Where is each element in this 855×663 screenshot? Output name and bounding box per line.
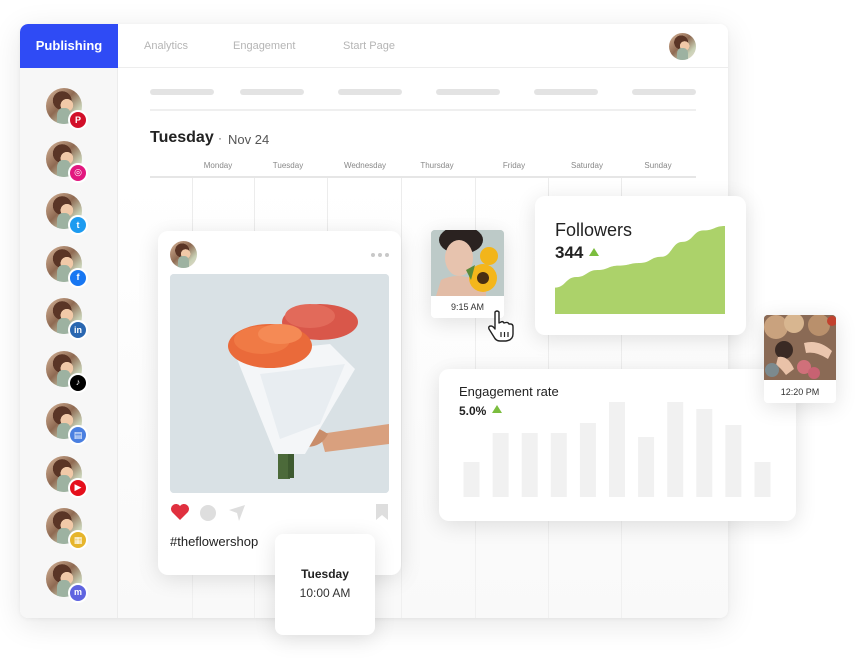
engagement-value: 5.0% (459, 404, 503, 418)
scheduled-post-thumbnail[interactable]: 12:20 PM (764, 315, 836, 403)
sidebar-account-tiktok[interactable]: ♪ (46, 350, 90, 395)
heart-icon[interactable] (170, 503, 190, 521)
twitter-icon: t (68, 215, 88, 235)
skeleton-placeholder (240, 89, 304, 95)
share-icon[interactable] (228, 504, 246, 522)
skeleton-placeholder (338, 89, 402, 95)
sidebar-account-linkedin[interactable]: in (46, 298, 90, 342)
tab-start-page[interactable]: Start Page (343, 24, 395, 68)
avatar (669, 33, 696, 60)
weekday-header: Friday (502, 161, 526, 170)
tiktok-icon: ♪ (68, 372, 88, 393)
hand-pointer-cursor-icon (488, 310, 514, 342)
thumbnail-image-sunflower (431, 230, 504, 296)
schedule-time-card[interactable]: Tuesday 10:00 AM (275, 534, 375, 635)
weekday-header: Wednesday (343, 161, 387, 170)
trend-up-icon (589, 248, 600, 256)
calendar-column-line (401, 178, 402, 618)
post-author-avatar (170, 241, 197, 268)
sidebar-account-instagram[interactable]: ◎ (46, 140, 90, 185)
youtube-icon: ▶ (68, 477, 88, 498)
sidebar-account-mastodon[interactable]: m (46, 560, 90, 605)
engagement-bar (696, 409, 713, 497)
weekday-header: Tuesday (272, 161, 304, 170)
engagement-bar (667, 402, 684, 497)
post-actions (170, 503, 389, 523)
skeleton-placeholder (436, 89, 500, 95)
sidebar-account-start-page[interactable]: ▦ (46, 508, 90, 552)
more-options-icon[interactable] (371, 253, 389, 257)
sidebar-account-twitter[interactable]: t (46, 193, 90, 237)
start-page-icon: ▦ (68, 530, 88, 550)
followers-value: 344 (555, 243, 600, 263)
pinterest-icon: P (68, 110, 88, 130)
mastodon-icon: m (68, 582, 88, 603)
scheduled-time: 12:20 PM (764, 381, 836, 403)
google-business-icon: ▤ (68, 425, 88, 445)
followers-title: Followers (555, 220, 633, 240)
weekday-header: Saturday (570, 161, 604, 170)
thumbnail-image-dried-flowers (764, 315, 836, 380)
trend-up-icon (492, 405, 503, 413)
bookmark-icon[interactable] (375, 503, 389, 521)
engagement-bar (521, 433, 538, 497)
linkedin-icon: in (68, 320, 88, 340)
weekday-header: Sunday (644, 161, 672, 170)
engagement-bar (609, 402, 625, 497)
tab-analytics[interactable]: Analytics (144, 24, 188, 68)
tab-engagement[interactable]: Engagement (233, 24, 295, 68)
engagement-bar-chart (463, 402, 771, 497)
engagement-bar (550, 433, 567, 497)
engagement-bar (463, 462, 480, 497)
skeleton-placeholder (150, 89, 214, 95)
skeleton-placeholder (534, 89, 598, 95)
schedule-time: 10:00 AM (299, 586, 351, 600)
followers-stat-card: Followers 344 (535, 196, 746, 335)
engagement-bar (579, 423, 596, 497)
sidebar-account-pinterest[interactable]: P (46, 88, 90, 132)
post-preview-card[interactable]: #theflowershop (158, 231, 401, 575)
engagement-rate-card: Engagement rate 5.0% (439, 369, 796, 521)
user-avatar[interactable] (669, 33, 696, 60)
weekday-header: Thursday (420, 161, 454, 170)
calendar-date: Nov 24 (228, 132, 270, 147)
engagement-bar (492, 433, 509, 497)
scheduled-post-thumbnail[interactable]: 9:15 AM (431, 230, 504, 318)
calendar-header-border (150, 176, 696, 178)
title-separator: · (218, 131, 222, 145)
calendar-day-title: Tuesday (150, 129, 214, 146)
followers-count: 344 (555, 243, 584, 262)
sidebar-account-google-business[interactable]: ▤ (46, 403, 90, 447)
facebook-icon: f (68, 267, 88, 288)
post-caption: #theflowershop (170, 534, 259, 549)
engagement-rate: 5.0% (459, 404, 487, 418)
engagement-title: Engagement rate (459, 384, 559, 399)
schedule-day: Tuesday (301, 567, 349, 581)
tab-publishing[interactable]: Publishing (20, 24, 118, 68)
divider (150, 109, 696, 111)
weekday-header: Monday (203, 161, 233, 170)
post-image-flower-bouquet (170, 274, 389, 493)
top-nav: Publishing Analytics Engagement Start Pa… (20, 24, 728, 68)
skeleton-placeholder (632, 89, 696, 95)
engagement-bar (754, 462, 771, 497)
sidebar-account-youtube[interactable]: ▶ (46, 455, 90, 500)
comment-icon[interactable] (200, 505, 216, 521)
avatar (170, 241, 197, 268)
engagement-bar (638, 437, 655, 497)
channel-sidebar: P ◎ t f in ♪ ▤ ▶ ▦ m (20, 68, 118, 618)
sidebar-account-facebook[interactable]: f (46, 245, 90, 290)
instagram-icon: ◎ (68, 162, 88, 183)
engagement-bar (725, 425, 742, 497)
